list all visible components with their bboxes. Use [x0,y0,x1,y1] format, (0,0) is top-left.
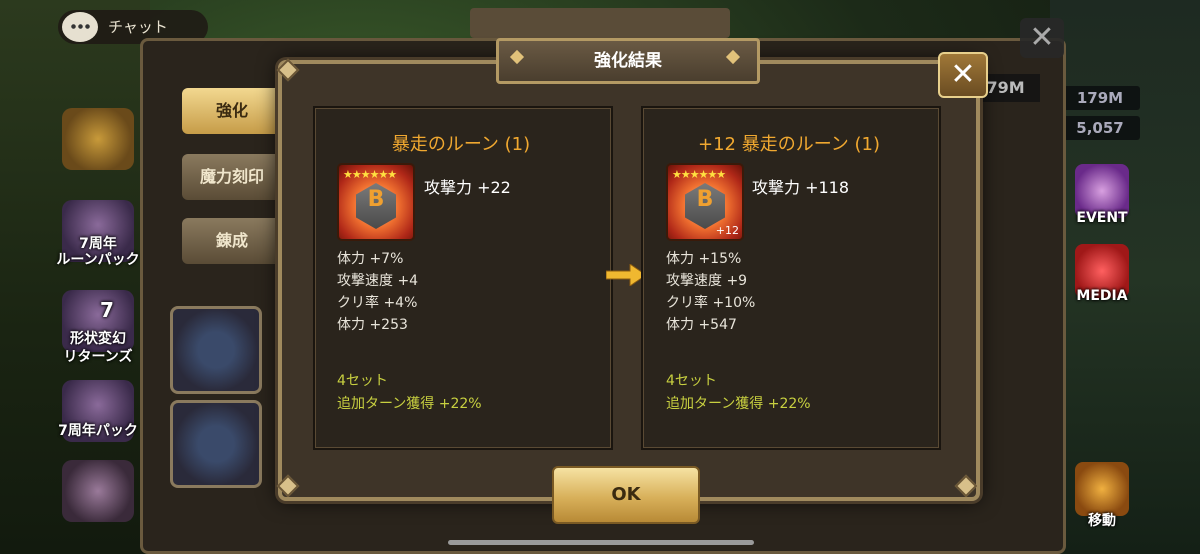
shape-change-label: 形状変幻 リターンズ [63,331,133,365]
rune-before-substat: 体力 +7% [337,251,404,267]
rune-level-badge: +12 [715,224,739,237]
ok-button[interactable]: OK [552,466,700,524]
resource-readout-2: 5,057 [1060,116,1140,140]
rune-window-close-icon[interactable]: ✕ [1020,18,1064,58]
rune-after-image: ★★★★★★ B +12 [666,163,744,241]
rune-pack-label: 7周年 ルーンパック [56,236,140,268]
chat-label: チャット [108,18,168,36]
rune-after-main-stat: 攻撃力 +118 [752,178,850,197]
resource-readout: 179M [1060,86,1140,110]
rune-before-set-label: 4セット [337,373,388,389]
rune-before-image: ★★★★★★ B [337,163,415,241]
rune-after-set-label: 4セット [666,373,717,389]
tab-craft[interactable]: 錬成 [182,218,282,264]
dialog-title: 強化結果 [496,38,760,84]
tab-enhance[interactable]: 強化 [182,88,282,134]
rune-after-substat: 攻撃速度 +9 [666,273,748,289]
arrow-right-icon [606,264,646,286]
rune-before-title: 暴走のルーン (1) [391,134,531,155]
rune-after-substat: 体力 +547 [666,317,737,333]
event-label: EVENT [1076,210,1128,226]
anniversary-pack-label: 7周年パック [58,423,138,439]
tab-enchant[interactable]: 魔力刻印 [182,154,282,200]
rune-after-substat: 体力 +15% [666,251,742,267]
treasure-chest-icon[interactable] [62,108,134,170]
magic-circle-icon-2[interactable] [170,400,262,488]
shape-change-badge: 7 [100,298,114,322]
rune-after-set-effect: 追加ターン獲得 +22% [666,396,811,412]
star-rating: ★★★★★★ [343,168,397,181]
move-label: 移動 [1088,513,1116,529]
close-icon: ✕ [950,57,976,92]
home-indicator [448,540,754,545]
magic-circle-icon[interactable] [170,306,262,394]
rune-before-substat: クリ率 +4% [337,295,418,311]
rune-letter: B [696,187,714,212]
media-label: MEDIA [1076,288,1128,304]
rune-after-title: +12 暴走のルーン (1) [697,134,881,155]
rune-before-main-stat: 攻撃力 +22 [424,178,511,197]
rune-before-substat: 体力 +253 [337,317,408,333]
rune-after-substat: クリ率 +10% [666,295,756,311]
rune-letter: B [367,187,385,212]
rune-window-title-plate [470,8,730,38]
move-icon[interactable] [1075,462,1129,516]
close-button[interactable]: ✕ [938,52,988,98]
alert-icon[interactable] [62,460,134,522]
rune-before-substat: 攻撃速度 +4 [337,273,419,289]
rune-before-set-effect: 追加ターン獲得 +22% [337,396,482,412]
chat-bubble-icon [62,12,98,42]
star-rating: ★★★★★★ [672,168,726,181]
